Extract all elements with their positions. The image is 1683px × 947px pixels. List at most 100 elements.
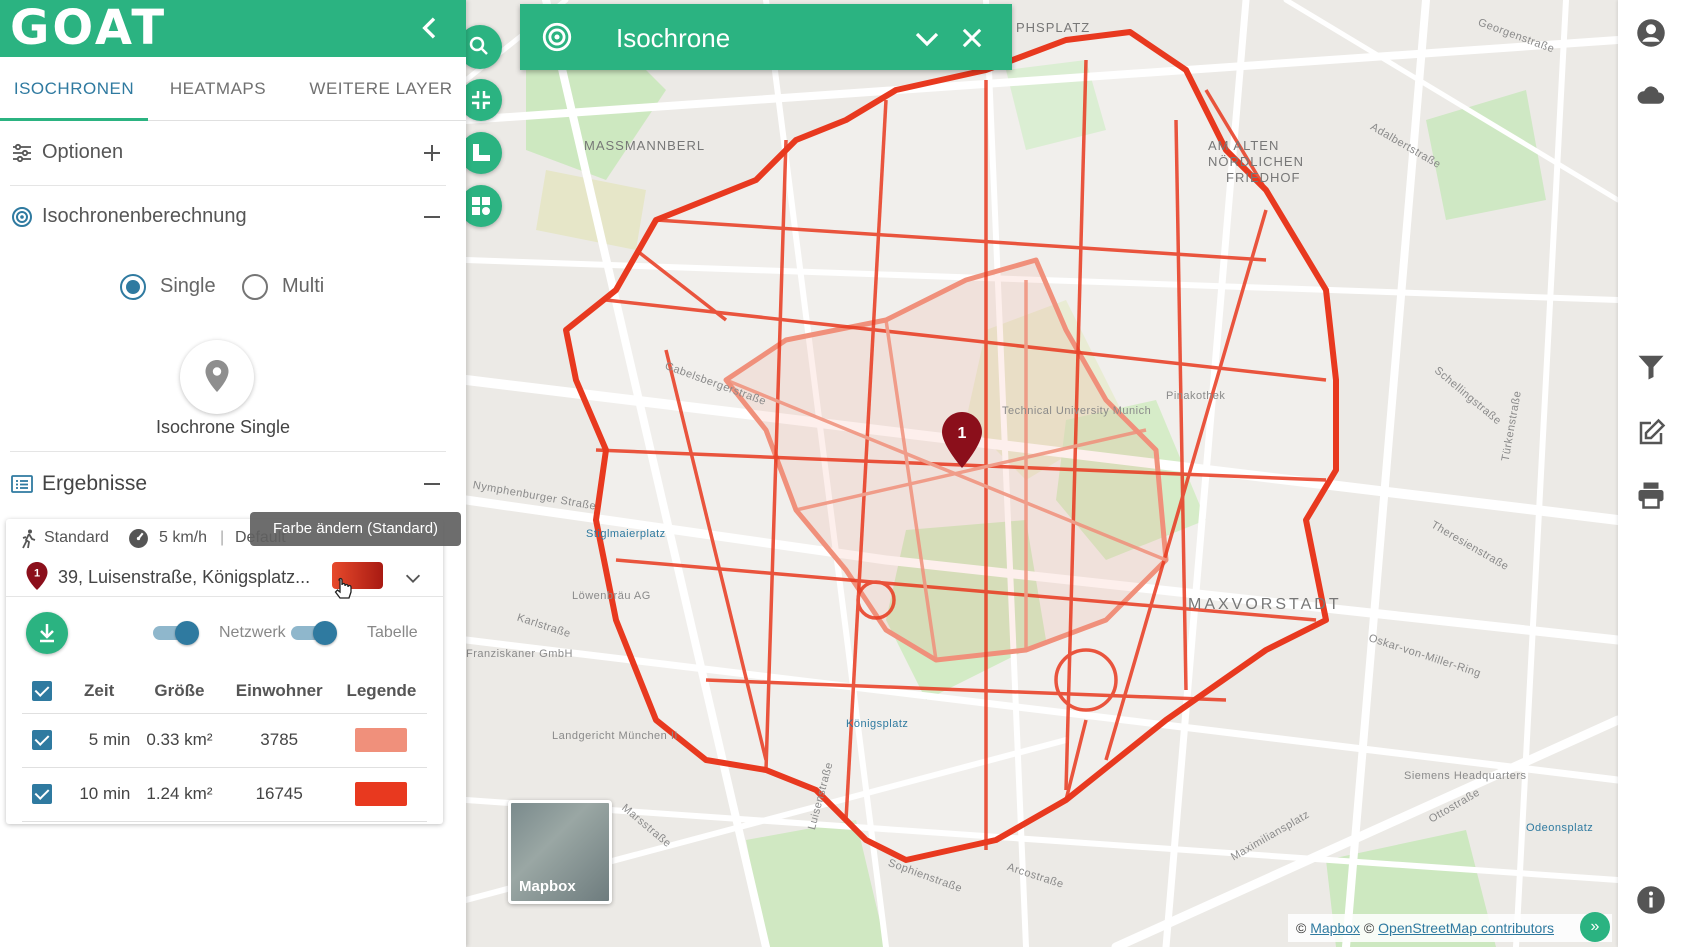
result-address: 39, Luisenstraße, Königsplatz...: [58, 567, 311, 587]
tooltip: Farbe ändern (Standard): [250, 512, 461, 546]
result-address-row[interactable]: 1 39, Luisenstraße, Königsplatz...: [6, 557, 443, 599]
checkbox[interactable]: [32, 730, 52, 751]
cell-groesse: 0.33 km²: [136, 713, 223, 768]
legend-swatch[interactable]: [355, 728, 408, 752]
close-icon[interactable]: [958, 24, 986, 52]
section-options[interactable]: Optionen: [0, 125, 466, 181]
tab-weitere-layer[interactable]: WEITERE LAYER: [296, 57, 466, 121]
right-toolbar: [1618, 0, 1683, 947]
map-label: FRIEDHOF: [1226, 170, 1301, 185]
legend-swatch[interactable]: [355, 782, 408, 806]
radio-dot[interactable]: [120, 274, 146, 300]
speedometer-icon: [129, 529, 148, 548]
radio-dot[interactable]: [242, 274, 268, 300]
marker-number: 1: [34, 568, 40, 580]
target-icon: [542, 22, 572, 52]
filter-icon[interactable]: [1636, 352, 1666, 382]
list-icon: [11, 475, 33, 493]
network-toggle[interactable]: [151, 621, 201, 645]
search-icon: [469, 36, 488, 55]
target-icon: [12, 207, 32, 227]
checkbox[interactable]: [32, 784, 52, 805]
map-canvas[interactable]: 1 MASSMANNBERL AM ALTEN NÖRDLICHEN FRIED…: [466, 0, 1618, 947]
copyright-symbol: ©: [1363, 920, 1375, 936]
minus-icon[interactable]: [420, 472, 444, 496]
start-point-label: Isochrone Single: [155, 417, 291, 437]
cell-zeit: 5 min: [62, 713, 137, 768]
map-label: MASSMANNBERL: [584, 138, 706, 153]
plus-icon[interactable]: [420, 141, 444, 165]
select-all-checkbox[interactable]: [22, 669, 62, 714]
download-button[interactable]: [26, 612, 68, 654]
radio-label: Single: [160, 275, 216, 297]
speed-label: 5 km/h: [159, 529, 208, 546]
map-layers-icon: [472, 197, 490, 215]
isochrone-panel-title: Isochrone: [616, 23, 731, 53]
row-checkbox[interactable]: [22, 767, 62, 822]
isochrone-panel-header[interactable]: Isochrone: [520, 4, 1012, 70]
section-results[interactable]: Ergebnisse: [0, 456, 466, 512]
toggle-knob[interactable]: [313, 621, 337, 645]
basemap-label: Mapbox: [519, 878, 576, 895]
double-chevron-right-icon: »: [1590, 918, 1600, 935]
minus-icon[interactable]: [420, 205, 444, 229]
map-label: PHSPLATZ: [1016, 20, 1091, 35]
cell-legende: [335, 713, 427, 768]
tab-isochronen[interactable]: ISOCHRONEN: [0, 57, 148, 121]
column-header: Zeit: [62, 669, 137, 714]
column-header: Größe: [136, 669, 223, 714]
chevron-down-icon[interactable]: [912, 24, 942, 54]
chevron-left-icon[interactable]: [414, 12, 446, 44]
map-label: Königsplatz: [846, 718, 909, 730]
map-label: Technical University Munich: [1002, 405, 1152, 417]
table-toggle[interactable]: [289, 621, 339, 645]
cell-groesse: 1.24 km²: [136, 767, 223, 822]
divider: [10, 451, 446, 452]
map-label: Odeonsplatz: [1526, 822, 1594, 834]
app-header: GOAT: [0, 0, 466, 57]
attribution-toggle-button[interactable]: »: [1580, 912, 1610, 942]
map-label: AM ALTEN: [1208, 138, 1280, 153]
account-icon[interactable]: [1636, 18, 1666, 48]
print-icon[interactable]: [1636, 480, 1666, 510]
results-table: Zeit Größe Einwohner Legende 5 min 0.33 …: [22, 669, 427, 822]
checkbox[interactable]: [32, 681, 52, 701]
mapbox-link[interactable]: Mapbox: [1310, 920, 1360, 936]
section-title: Isochronenberechnung: [42, 205, 247, 227]
row-checkbox[interactable]: [22, 713, 62, 768]
map-label: Stiglmaierplatz: [586, 528, 666, 540]
table-row: 5 min 0.33 km² 3785: [22, 713, 427, 768]
sliders-icon: [13, 143, 31, 163]
cell-legende: [335, 767, 427, 822]
chevron-down-icon[interactable]: [402, 567, 424, 589]
section-title: Optionen: [42, 141, 124, 163]
tab-heatmaps[interactable]: HEATMAPS: [148, 57, 288, 121]
walking-icon: [22, 529, 36, 549]
section-title: Ergebnisse: [42, 472, 148, 495]
tab-indicator: [0, 118, 148, 121]
pointer-cursor-icon: [334, 577, 352, 599]
column-header: Legende: [335, 669, 427, 714]
network-toggle-label: Netzwerk: [219, 624, 286, 641]
result-card: Standard 5 km/h | Default 1 39, Luisenst…: [6, 519, 443, 824]
map-label: NÖRDLICHEN: [1208, 154, 1304, 169]
map-label: Löwenbräu AG: [572, 590, 651, 602]
sidebar-panel: GOAT ISOCHRONEN HEATMAPS WEITERE LAYER O…: [0, 0, 466, 947]
map-label: Pinakothek: [1166, 390, 1226, 402]
column-header: Einwohner: [222, 669, 336, 714]
tab-bar: ISOCHRONEN HEATMAPS WEITERE LAYER: [0, 57, 466, 121]
toggle-knob[interactable]: [175, 621, 199, 645]
map-label: MAXVORSTADT: [1188, 596, 1342, 613]
edit-icon[interactable]: [1636, 418, 1666, 448]
osm-link[interactable]: OpenStreetMap contributors: [1378, 920, 1554, 936]
basemap-switcher[interactable]: Mapbox: [508, 800, 612, 904]
map-pin-icon: [205, 360, 229, 392]
ruler-icon: [473, 144, 490, 161]
info-icon[interactable]: [1636, 885, 1666, 915]
separator: |: [220, 529, 225, 546]
fullscreen-exit-icon: [472, 91, 490, 109]
cloud-icon[interactable]: [1636, 80, 1666, 110]
map-label: Siemens Headquarters: [1404, 770, 1527, 782]
start-point-button[interactable]: [180, 340, 254, 414]
section-isochrone-calc[interactable]: Isochronenberechnung: [0, 189, 466, 245]
